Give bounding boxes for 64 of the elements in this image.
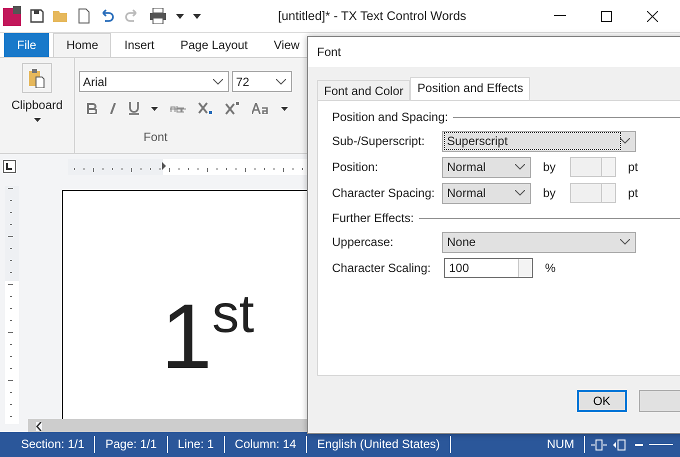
field-label: by	[543, 160, 557, 174]
minimize-icon[interactable]	[554, 15, 566, 17]
strikethrough-icon[interactable]	[170, 104, 186, 112]
group-heading: Further Effects:	[332, 211, 414, 225]
status-item: Line: 1	[168, 436, 225, 453]
tab-stop-selector-icon[interactable]	[3, 160, 16, 173]
file-tab[interactable]: File	[4, 33, 50, 57]
status-item: English (United States)	[307, 436, 451, 453]
field-label: Character Spacing:	[332, 186, 436, 200]
underline-icon[interactable]	[129, 102, 139, 115]
status-item: Page: 1/1	[95, 436, 168, 453]
field-label: Uppercase:	[332, 235, 394, 249]
change-case-icon[interactable]	[252, 103, 269, 114]
ribbon-tab[interactable]: Page Layout	[167, 33, 261, 57]
ribbon-tab[interactable]: Insert	[111, 33, 168, 57]
superscript-icon[interactable]	[225, 102, 240, 115]
caret-icon[interactable]	[281, 106, 288, 110]
subscript-icon[interactable]	[198, 102, 213, 115]
field-label: by	[543, 186, 557, 200]
paste-icon	[29, 68, 45, 88]
caret-icon[interactable]	[176, 14, 184, 18]
dropdown[interactable]: Superscript	[442, 130, 636, 152]
status-item: Column: 14	[224, 436, 308, 453]
group-heading: Position and Spacing:	[332, 110, 448, 124]
dropdown-caret-icon	[620, 239, 630, 245]
spin-field[interactable]: 100	[444, 258, 533, 278]
dropdown-caret-icon	[515, 190, 525, 196]
app-logo-icon	[3, 6, 21, 26]
ribbon-tab[interactable]: Home	[53, 33, 112, 57]
printer-icon[interactable]	[149, 8, 167, 24]
caret-icon[interactable]	[34, 118, 40, 122]
maximize-icon[interactable]	[601, 10, 612, 22]
dropdown-caret-icon	[213, 78, 223, 84]
page-width-icon[interactable]	[591, 438, 608, 450]
caret-icon[interactable]	[151, 106, 158, 110]
customize-caret-icon[interactable]	[193, 14, 201, 18]
paste-button[interactable]	[22, 63, 52, 93]
dropdown[interactable]: None	[442, 232, 636, 252]
field-label: Position:	[332, 160, 380, 174]
scroll-left-icon[interactable]	[36, 422, 42, 430]
unit-label: pt	[628, 160, 638, 174]
font-size-dropdown[interactable]: 72	[232, 71, 292, 92]
field-label: Sub-/Superscript:	[332, 134, 426, 148]
dropdown-caret-icon	[515, 164, 525, 170]
new-document-icon[interactable]	[78, 8, 90, 24]
status-item: NUM	[536, 436, 586, 453]
document-text: 1$^{st}$	[161, 291, 254, 390]
status-item: Section: 1/1	[0, 436, 96, 453]
unit-label: %	[545, 261, 556, 275]
dialog-title: Font	[308, 37, 680, 67]
close-icon[interactable]	[647, 10, 658, 22]
window-title: [untitled]* - TX Text Control Words	[277, 9, 468, 23]
field-label: Character Scaling:	[332, 261, 432, 275]
dropdown-caret-icon	[620, 138, 630, 144]
unit-label: pt	[628, 186, 638, 200]
clipboard-label[interactable]: Clipboard	[11, 98, 63, 112]
font-name-dropdown[interactable]: Arial	[79, 71, 229, 92]
dropdown-caret-icon	[276, 78, 286, 84]
save-icon[interactable]	[30, 9, 44, 23]
ok-button[interactable]: OK	[577, 390, 626, 412]
bold-icon[interactable]	[87, 103, 97, 114]
italic-icon[interactable]	[109, 103, 117, 114]
group-label: Font	[142, 130, 168, 144]
dialog-tab[interactable]: Position and Effects	[410, 77, 530, 100]
